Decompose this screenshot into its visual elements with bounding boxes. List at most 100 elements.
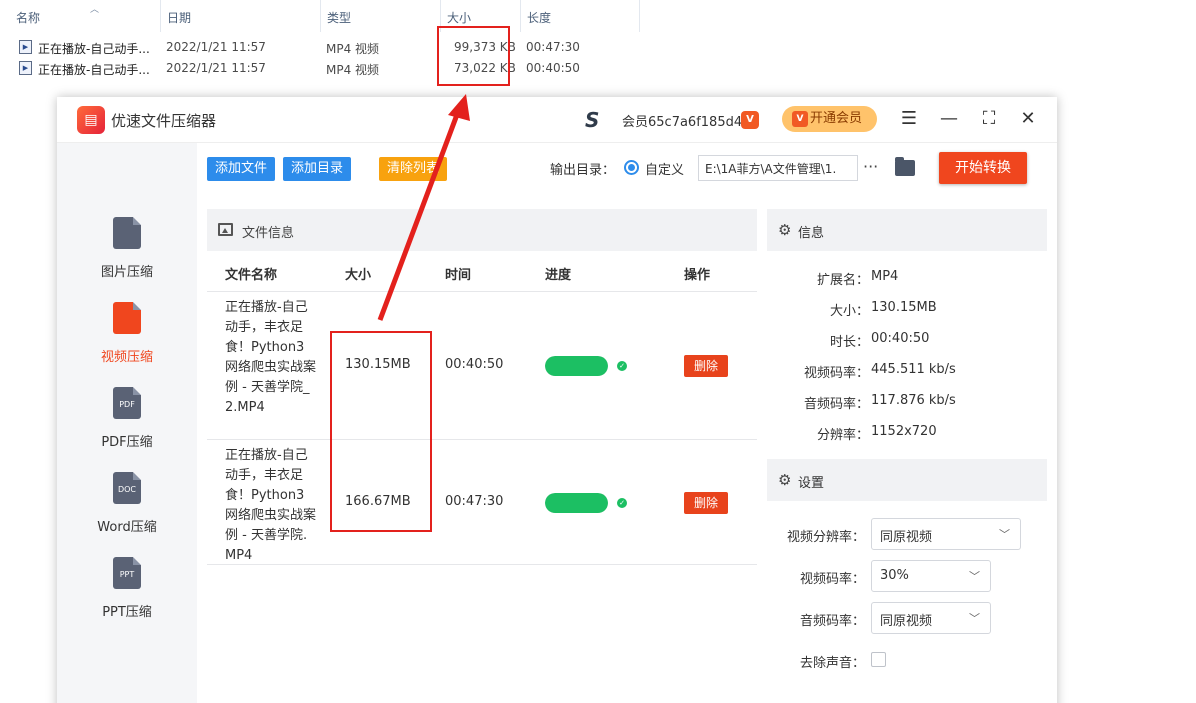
info-audio-bitrate: 音频码率： 117.876 kb/s bbox=[767, 393, 1047, 413]
info-key: 视频码率： bbox=[803, 366, 869, 381]
file-info-panel: 文件信息 文件名称 大小 时间 进度 操作 正在播放-自己动手，丰衣足食！Pyt… bbox=[207, 209, 757, 703]
file-length: 00:47:30 bbox=[526, 40, 580, 54]
sidebar-item-pdf[interactable]: PDF PDF压缩 bbox=[57, 387, 197, 467]
clear-list-button[interactable]: 清除列表 bbox=[379, 157, 448, 181]
chevron-down-icon: ﹀ bbox=[969, 570, 980, 583]
video-bitrate-select[interactable]: 30% ﹀ bbox=[871, 560, 991, 592]
column-name[interactable]: 名称 ︿ bbox=[10, 0, 160, 32]
info-value: 445.511 kb/s bbox=[871, 362, 956, 377]
pdf-icon-text: PDF bbox=[119, 400, 135, 409]
open-vip-label: 开通会员 bbox=[810, 111, 863, 126]
sidebar-item-image[interactable]: 图片压缩 bbox=[57, 217, 197, 297]
folder-icon[interactable] bbox=[895, 157, 915, 176]
file-info-title: 文件信息 bbox=[242, 226, 295, 241]
video-resolution-select[interactable]: 同原视频 ﹀ bbox=[871, 518, 1021, 550]
header-time: 时间 bbox=[445, 268, 472, 283]
info-key: 分辨率： bbox=[816, 428, 869, 443]
info-value: 00:40:50 bbox=[871, 331, 930, 346]
delete-button[interactable]: 删除 bbox=[684, 355, 728, 377]
file-info-header: 文件信息 bbox=[207, 209, 757, 251]
info-key: 音频码率： bbox=[803, 397, 869, 412]
setting-label: 去除声音： bbox=[799, 656, 865, 671]
progress-bar bbox=[545, 356, 608, 376]
row-file-name: 正在播放-自己动手，丰衣足食！Python3网络爬虫实战案例 - 天善学院.MP… bbox=[225, 448, 317, 563]
info-header: ⚙ 信息 bbox=[767, 209, 1047, 251]
more-options-icon[interactable]: ··· bbox=[863, 157, 878, 176]
column-date-label: 日期 bbox=[167, 11, 192, 25]
doc-file-icon: DOC bbox=[113, 472, 141, 504]
select-value: 同原视频 bbox=[880, 530, 933, 545]
header-progress: 进度 bbox=[545, 268, 572, 283]
info-settings-panel: ⚙ 信息 扩展名： MP4 大小： 130.15MB 时长： 00:40:50 视频码… bbox=[767, 209, 1047, 703]
gear-icon: ⚙ bbox=[778, 471, 792, 489]
add-directory-button[interactable]: 添加目录 bbox=[283, 157, 352, 181]
file-type: MP4 视频 bbox=[326, 42, 380, 56]
menu-icon[interactable]: ☰ bbox=[897, 107, 921, 131]
column-date[interactable]: 日期 bbox=[160, 0, 320, 32]
video-file-icon bbox=[113, 302, 141, 334]
info-size: 大小： 130.15MB bbox=[767, 300, 1047, 320]
file-name: 正在播放-自己动手... bbox=[38, 42, 150, 56]
explorer-file-row[interactable]: ▶ 正在播放-自己动手... 2022/1/21 11:57 MP4 视频 99… bbox=[0, 37, 640, 57]
row-file-time: 00:47:30 bbox=[445, 494, 504, 509]
add-file-button[interactable]: 添加文件 bbox=[207, 157, 276, 181]
remove-audio-checkbox[interactable] bbox=[871, 652, 886, 667]
start-convert-button[interactable]: 开始转换 bbox=[939, 152, 1027, 184]
video-file-icon: ▶ bbox=[19, 61, 32, 75]
sidebar-item-label: PDF压缩 bbox=[101, 435, 153, 450]
output-path-input[interactable] bbox=[698, 155, 858, 181]
close-icon[interactable]: ✕ bbox=[1016, 107, 1040, 131]
info-key: 时长： bbox=[829, 335, 869, 350]
header-file-name: 文件名称 bbox=[225, 268, 278, 283]
sidebar-item-ppt[interactable]: PPT PPT压缩 bbox=[57, 557, 197, 637]
row-file-name: 正在播放-自己动手，丰衣足食！Python3网络爬虫实战案例 - 天善学院_2.… bbox=[225, 300, 317, 415]
table-row[interactable]: 正在播放-自己动手，丰衣足食！Python3网络爬虫实战案例 - 天善学院.MP… bbox=[207, 439, 757, 565]
chevron-down-icon: ﹀ bbox=[969, 612, 980, 625]
sidebar: 图片压缩 视频压缩 PDF PDF压缩 DOC Word压缩 PPT PPT压缩 bbox=[57, 143, 197, 703]
sidebar-item-video[interactable]: 视频压缩 bbox=[57, 302, 197, 382]
info-value: 130.15MB bbox=[871, 300, 937, 315]
file-explorer: 名称 ︿ 日期 类型 大小 长度 ▶ 正在播放-自己动手... 2022/1/21… bbox=[0, 0, 1196, 100]
audio-bitrate-select[interactable]: 同原视频 ﹀ bbox=[871, 602, 991, 634]
setting-video-resolution: 视频分辨率： 同原视频 ﹀ bbox=[767, 518, 1047, 550]
info-value: 117.876 kb/s bbox=[871, 393, 956, 408]
member-avatar-icon: S bbox=[585, 108, 600, 132]
image-icon bbox=[218, 223, 233, 236]
column-type[interactable]: 类型 bbox=[320, 0, 440, 32]
annotation-box-explorer-size bbox=[437, 26, 510, 86]
select-value: 30% bbox=[880, 568, 909, 583]
file-type: MP4 视频 bbox=[326, 63, 380, 77]
maximize-icon[interactable]: ⛶ bbox=[977, 107, 1001, 131]
custom-output-radio[interactable] bbox=[624, 160, 639, 175]
info-value: MP4 bbox=[871, 269, 899, 284]
pdf-file-icon: PDF bbox=[113, 387, 141, 419]
app-title: 优速文件压缩器 bbox=[111, 112, 217, 130]
sidebar-item-label: Word压缩 bbox=[97, 520, 157, 535]
compressor-app-window: ▤ 优速文件压缩器 S 会员65c7a6f185d4 V V 开通会员 ☰ — … bbox=[57, 97, 1057, 703]
info-duration: 时长： 00:40:50 bbox=[767, 331, 1047, 351]
sidebar-item-word[interactable]: DOC Word压缩 bbox=[57, 472, 197, 552]
table-row[interactable]: 正在播放-自己动手，丰衣足食！Python3网络爬虫实战案例 - 天善学院_2.… bbox=[207, 291, 757, 439]
sidebar-item-label: 图片压缩 bbox=[100, 265, 153, 280]
info-resolution: 分辨率： 1152x720 bbox=[767, 424, 1047, 444]
vip-icon: V bbox=[792, 111, 808, 127]
sidebar-item-label: PPT压缩 bbox=[102, 605, 152, 620]
open-vip-button[interactable]: V 开通会员 bbox=[782, 106, 877, 132]
select-value: 同原视频 bbox=[880, 614, 933, 629]
info-value: 1152x720 bbox=[871, 424, 937, 439]
header-size: 大小 bbox=[345, 268, 372, 283]
setting-label: 视频分辨率： bbox=[786, 530, 865, 545]
progress-fill bbox=[545, 356, 608, 376]
column-length[interactable]: 长度 bbox=[520, 0, 640, 32]
explorer-file-row[interactable]: ▶ 正在播放-自己动手... 2022/1/21 11:57 MP4 视频 73… bbox=[0, 58, 640, 78]
minimize-icon[interactable]: — bbox=[937, 107, 961, 131]
setting-video-bitrate: 视频码率： 30% ﹀ bbox=[767, 560, 1047, 592]
info-key: 扩展名： bbox=[816, 273, 869, 288]
delete-button[interactable]: 删除 bbox=[684, 492, 728, 514]
video-file-icon: ▶ bbox=[19, 40, 32, 54]
progress-fill bbox=[545, 493, 608, 513]
custom-output-label: 自定义 bbox=[645, 163, 685, 178]
vip-badge-icon: V bbox=[741, 111, 759, 129]
doc-icon-text: DOC bbox=[117, 485, 137, 494]
column-name-label: 名称 bbox=[16, 11, 41, 25]
